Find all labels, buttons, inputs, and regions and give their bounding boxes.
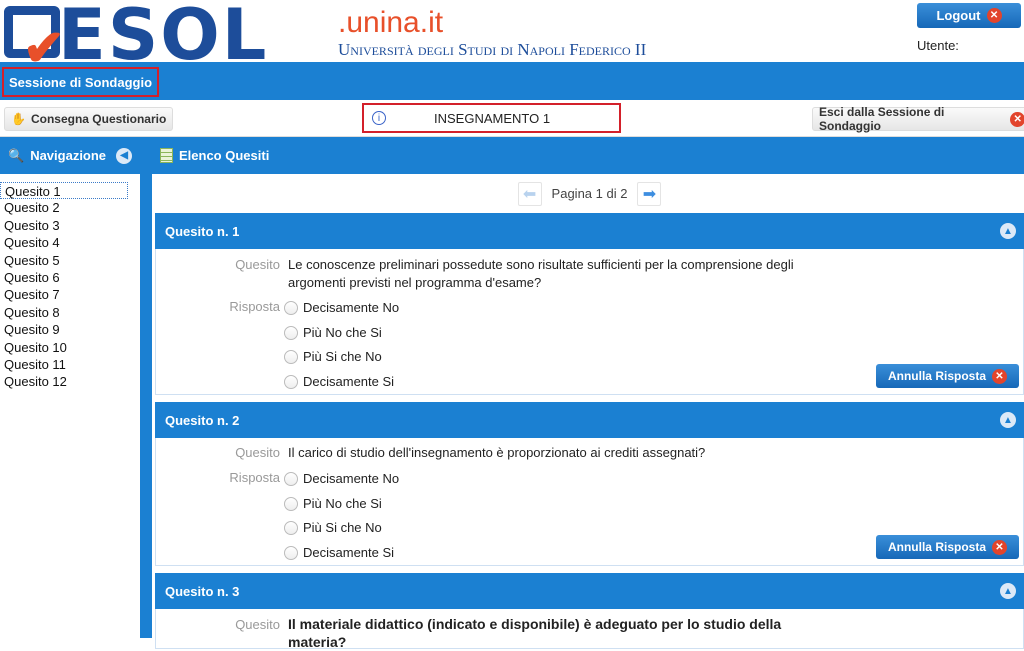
question-body: Quesito Il materiale didattico (indicato… xyxy=(155,609,1024,650)
answer-label: Risposta xyxy=(229,470,280,485)
nav-item[interactable]: Quesito 11 xyxy=(0,356,140,373)
next-page-arrow-icon[interactable]: ➡ xyxy=(637,181,662,206)
question-text: Le conoscenze preliminari possedute sono… xyxy=(288,257,794,290)
collapse-up-icon[interactable]: ▲ xyxy=(1000,223,1016,239)
question-text: Il materiale didattico (indicato e dispo… xyxy=(288,616,782,650)
close-icon: ✕ xyxy=(992,539,1007,555)
main-header: Elenco Quesiti xyxy=(152,137,1024,174)
nav-item[interactable]: Quesito 4 xyxy=(0,234,140,251)
question-title: Quesito n. 2 xyxy=(165,412,240,428)
option-label: Decisamente No xyxy=(303,300,400,315)
pager: ⬅ Pagina 1 di 2 ➡ xyxy=(155,174,1024,213)
info-icon: i xyxy=(372,111,386,125)
option-radio[interactable]: Decisamente Si xyxy=(284,374,394,389)
option-radio[interactable]: Più No che Si xyxy=(284,496,382,511)
prev-page-arrow-icon[interactable]: ⬅ xyxy=(517,181,542,206)
nav-title: Navigazione xyxy=(30,148,107,163)
radio-icon[interactable] xyxy=(284,545,298,560)
option-label: Più Si che No xyxy=(303,520,382,535)
question-header: Quesito n. 2 ▲ xyxy=(155,402,1024,438)
cancel-label: Annulla Risposta xyxy=(887,540,986,554)
main-title: Elenco Quesiti xyxy=(179,148,270,163)
cancel-answer-button[interactable]: Annulla Risposta ✕ xyxy=(876,364,1019,388)
radio-icon[interactable] xyxy=(284,496,298,511)
course-selector[interactable]: i INSEGNAMENTO 1 xyxy=(362,103,621,133)
nav-item[interactable]: Quesito 1 xyxy=(0,182,128,200)
search-icon: 🔍 xyxy=(8,147,25,163)
option-radio[interactable]: Decisamente No xyxy=(284,300,399,315)
question-body: Quesito Le conoscenze preliminari possed… xyxy=(155,249,1024,395)
radio-icon[interactable] xyxy=(284,300,298,315)
university-name: Università degli Studi di Napoli Federic… xyxy=(338,40,647,59)
radio-icon[interactable] xyxy=(284,520,298,535)
nav-list: Quesito 1 Quesito 2 Quesito 3 Quesito 4 … xyxy=(0,174,140,638)
question-label: Quesito xyxy=(235,617,280,632)
nav-item[interactable]: Quesito 5 xyxy=(0,252,140,269)
close-icon: ✕ xyxy=(1010,111,1024,127)
option-radio[interactable]: Più No che Si xyxy=(284,325,382,340)
collapse-left-icon[interactable]: ◀ xyxy=(116,147,133,164)
cancel-answer-button[interactable]: Annulla Risposta ✕ xyxy=(876,535,1019,559)
nav-header: 🔍 Navigazione ◀ xyxy=(0,137,140,174)
nav-item[interactable]: Quesito 12 xyxy=(0,373,140,390)
radio-icon[interactable] xyxy=(284,374,298,389)
nav-item[interactable]: Quesito 7 xyxy=(0,286,140,303)
question-text: Il carico di studio dell'insegnamento è … xyxy=(288,445,706,460)
logo-domain: .unina.it xyxy=(338,6,444,39)
option-radio[interactable]: Decisamente Si xyxy=(284,545,394,560)
nav-item[interactable]: Quesito 9 xyxy=(0,321,140,338)
cancel-label: Annulla Risposta xyxy=(887,369,986,383)
nav-item[interactable]: Quesito 3 xyxy=(0,217,140,234)
user-label: Utente: xyxy=(917,38,959,53)
nav-item[interactable]: Quesito 10 xyxy=(0,339,140,356)
logo-checkbox-icon: ✔ xyxy=(4,6,65,76)
radio-icon[interactable] xyxy=(284,325,298,340)
splitter[interactable] xyxy=(140,137,152,638)
option-radio[interactable]: Decisamente No xyxy=(284,471,399,486)
radio-icon[interactable] xyxy=(284,471,298,486)
option-radio[interactable]: Più Si che No xyxy=(284,520,382,535)
logout-button[interactable]: Logout ✕ xyxy=(917,3,1021,28)
page-indicator: Pagina 1 di 2 xyxy=(551,186,628,201)
option-label: Decisamente Si xyxy=(303,545,395,560)
course-name: INSEGNAMENTO 1 xyxy=(434,110,551,126)
logout-label: Logout xyxy=(936,8,981,23)
radio-icon[interactable] xyxy=(284,349,298,364)
exit-session-button[interactable]: Esci dalla Sessione di Sondaggio ✕ xyxy=(812,105,1024,133)
option-label: Più No che Si xyxy=(303,496,382,511)
nav-item[interactable]: Quesito 2 xyxy=(0,199,140,216)
option-label: Decisamente Si xyxy=(303,374,395,389)
question-label: Quesito xyxy=(235,445,280,460)
question-header: Quesito n. 3 ▲ xyxy=(155,573,1024,609)
question-label: Quesito xyxy=(235,257,280,272)
option-radio[interactable]: Più Si che No xyxy=(284,349,382,364)
collapse-up-icon[interactable]: ▲ xyxy=(1000,412,1016,428)
question-body: Quesito Il carico di studio dell'insegna… xyxy=(155,438,1024,566)
answer-label: Risposta xyxy=(229,299,280,314)
close-icon: ✕ xyxy=(986,8,1002,23)
hand-icon: ✋ xyxy=(11,112,26,126)
collapse-up-icon[interactable]: ▲ xyxy=(1000,583,1016,599)
close-icon: ✕ xyxy=(992,368,1007,384)
deliver-questionnaire-button[interactable]: ✋ Consegna Questionario xyxy=(4,107,174,131)
question-title: Quesito n. 3 xyxy=(165,583,240,599)
session-title: Sessione di Sondaggio xyxy=(2,67,160,97)
question-list: ⬅ Pagina 1 di 2 ➡ Quesito n. 1 ▲ Quesito Le… xyxy=(155,174,1024,650)
option-label: Decisamente No xyxy=(303,471,400,486)
question-header: Quesito n. 1 ▲ xyxy=(155,213,1024,249)
question-title: Quesito n. 1 xyxy=(165,223,240,239)
calendar-icon xyxy=(160,148,173,163)
exit-label: Esci dalla Sessione di Sondaggio xyxy=(819,105,945,133)
deliver-label: Consegna Questionario xyxy=(30,112,167,126)
option-label: Più Si che No xyxy=(303,349,382,364)
nav-item[interactable]: Quesito 8 xyxy=(0,304,140,321)
nav-item[interactable]: Quesito 6 xyxy=(0,269,140,286)
option-label: Più No che Si xyxy=(303,325,382,340)
